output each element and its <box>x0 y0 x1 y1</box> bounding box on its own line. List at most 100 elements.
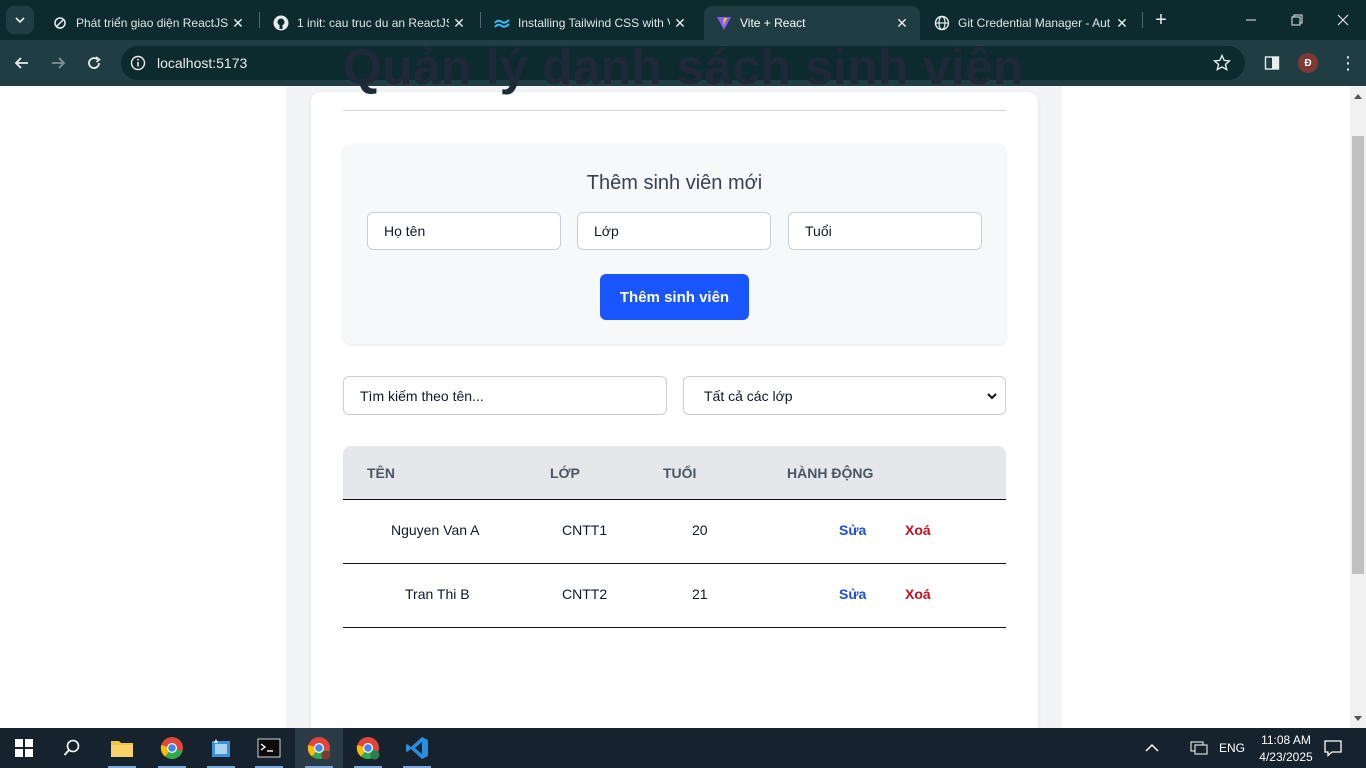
address-url[interactable]: localhost:5173 <box>157 55 247 71</box>
tab-title: Vite + React <box>740 16 806 30</box>
scrollbar-thumb[interactable] <box>1352 136 1364 574</box>
chevron-down-icon <box>987 393 997 400</box>
edit-button[interactable]: Sửa <box>839 522 866 538</box>
profile-avatar[interactable]: Đ <box>1298 53 1318 73</box>
class-input[interactable]: Lớp <box>577 212 771 250</box>
class-filter-value: Tất cả các lớp <box>704 387 793 404</box>
page-title: Quản lý danh sách sinh viên <box>343 39 1024 95</box>
tab-title: Phát triển giao diện ReactJS <box>76 16 228 30</box>
tab-git-credential[interactable]: Git Credential Manager - Aut ✕ <box>922 6 1140 40</box>
tab-title: Installing Tailwind CSS with V <box>518 16 670 30</box>
cell-age: 21 <box>692 586 708 602</box>
close-icon <box>1337 14 1349 26</box>
column-header-age: TUỔI <box>663 465 697 481</box>
tab-github[interactable]: 1 init: cau truc du an ReactJS ✕ <box>261 6 477 40</box>
browser-menu-icon[interactable]: ⋮ <box>1338 51 1358 75</box>
tab-separator <box>259 12 260 28</box>
search-input[interactable]: Tìm kiếm theo tên... <box>343 376 667 415</box>
table-row <box>343 628 1006 728</box>
close-window-button[interactable] <box>1320 0 1366 40</box>
clock-time[interactable]: 11:08 AM <box>1256 733 1316 747</box>
chevron-up-icon <box>1145 743 1159 752</box>
taskbar-chrome-profile-3[interactable] <box>344 728 392 768</box>
terminal-icon <box>257 738 281 758</box>
start-button[interactable] <box>0 728 48 768</box>
notifications-button[interactable] <box>1316 728 1350 768</box>
chrome-icon <box>307 737 331 760</box>
edit-button[interactable]: Sửa <box>839 586 866 602</box>
name-input[interactable]: Họ tên <box>367 212 561 250</box>
taskbar-app-pinned[interactable] <box>197 728 245 768</box>
tab-search-button[interactable] <box>6 6 34 34</box>
scroll-down-icon[interactable] <box>1350 711 1366 727</box>
form-heading: Thêm sinh viên mới <box>586 172 763 194</box>
tab-vite-react[interactable]: Vite + React ✕ <box>704 6 920 40</box>
network-status-button[interactable] <box>1182 728 1216 768</box>
close-icon[interactable]: ✕ <box>228 13 248 33</box>
delete-button[interactable]: Xoá <box>905 522 931 538</box>
close-icon[interactable]: ✕ <box>892 13 912 33</box>
tab-tailwind[interactable]: Installing Tailwind CSS with V ✕ <box>482 6 698 40</box>
table-header: TÊN LỚP TUỔI HÀNH ĐỘNG <box>343 446 1006 500</box>
folder-icon <box>111 741 133 757</box>
tab-separator <box>1142 12 1143 28</box>
minimize-button[interactable] <box>1228 0 1274 40</box>
search-icon <box>63 739 80 756</box>
globe-icon <box>934 15 950 31</box>
taskbar-terminal[interactable] <box>245 728 293 768</box>
tab-separator <box>480 12 481 28</box>
taskbar-search-button[interactable] <box>48 728 96 768</box>
chevron-down-icon <box>15 17 25 24</box>
cell-class: CNTT2 <box>562 586 608 602</box>
github-icon <box>273 15 289 31</box>
delete-button[interactable]: Xoá <box>905 586 931 602</box>
age-input[interactable]: Tuổi <box>788 212 982 250</box>
column-header-class: LỚP <box>550 465 580 481</box>
taskbar-file-explorer[interactable] <box>98 728 146 768</box>
site-info-icon[interactable] <box>128 53 148 73</box>
cell-name: Nguyen Van A <box>391 522 480 538</box>
forward-button[interactable] <box>44 49 72 77</box>
reload-icon <box>88 56 101 69</box>
vscode-icon <box>406 737 428 759</box>
tailwind-icon <box>494 15 510 31</box>
scroll-up-icon[interactable] <box>1350 88 1366 104</box>
notification-icon <box>1324 740 1342 757</box>
cell-age: 20 <box>692 522 708 538</box>
tab-title: 1 init: cau truc du an ReactJS <box>297 16 449 30</box>
taskbar-chrome-profile-1[interactable] <box>148 728 196 768</box>
vite-icon <box>716 15 732 31</box>
cell-name: Tran Thi B <box>405 586 470 602</box>
close-icon[interactable]: ✕ <box>449 13 469 33</box>
column-header-actions: HÀNH ĐỘNG <box>787 465 874 481</box>
minimize-icon <box>1246 19 1256 21</box>
close-icon[interactable]: ✕ <box>1112 13 1132 33</box>
clock-date[interactable]: 4/23/2025 <box>1252 750 1320 764</box>
arrow-left-icon <box>14 57 28 69</box>
app-icon <box>212 739 230 757</box>
chrome-icon <box>356 737 380 760</box>
tray-overflow-button[interactable] <box>1130 728 1174 768</box>
tab-title: Git Credential Manager - Aut <box>958 16 1111 30</box>
input-language[interactable]: ENG <box>1219 741 1245 755</box>
chrome-icon <box>160 737 183 759</box>
side-panel-icon[interactable] <box>1260 51 1284 75</box>
reload-button[interactable] <box>80 49 108 77</box>
sync-icon <box>52 15 68 31</box>
restore-button[interactable] <box>1274 0 1320 40</box>
windows-icon <box>15 739 33 757</box>
column-header-name: TÊN <box>367 465 395 481</box>
taskbar-vscode[interactable] <box>393 728 441 768</box>
back-button[interactable] <box>8 49 36 77</box>
new-tab-button[interactable]: + <box>1150 9 1172 31</box>
title-divider <box>343 110 1006 111</box>
add-student-button[interactable]: Thêm sinh viên <box>600 274 749 320</box>
class-filter-select[interactable]: Tất cả các lớp <box>683 376 1006 415</box>
bookmark-star-icon[interactable] <box>1210 51 1234 75</box>
taskbar-chrome-profile-2[interactable] <box>295 728 343 768</box>
tab-reactjs[interactable]: Phát triển giao diện ReactJS ✕ <box>40 6 256 40</box>
restore-icon <box>1291 14 1303 26</box>
table-row: Nguyen Van A CNTT1 20 Sửa Xoá <box>343 500 1006 564</box>
close-icon[interactable]: ✕ <box>670 13 690 33</box>
arrow-right-icon <box>52 57 66 69</box>
